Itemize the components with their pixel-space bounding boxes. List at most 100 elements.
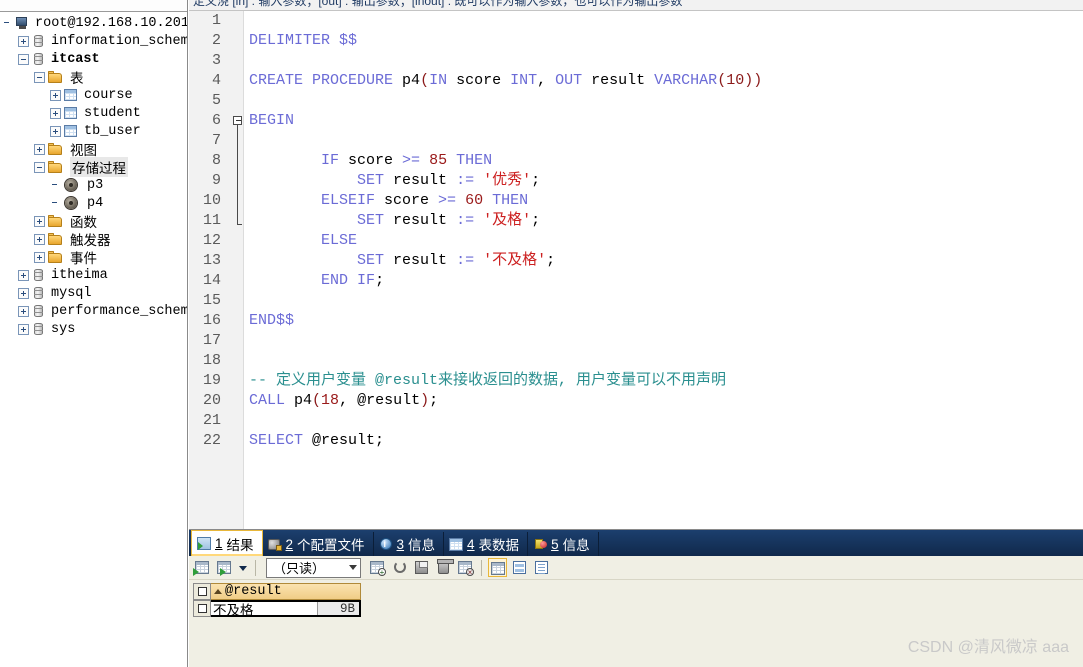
token-kw: SET (357, 252, 385, 269)
grid-data-row[interactable]: 不及格 9B (193, 600, 361, 618)
tree-node-course[interactable]: course (0, 86, 187, 104)
tree-node--[interactable]: 视图 (0, 140, 187, 158)
token-kw: THEN (456, 152, 493, 169)
expander-plus-icon[interactable] (18, 269, 29, 281)
tree-node-information_schema[interactable]: information_schema (0, 32, 187, 50)
code-line-6[interactable]: 6 BEGIN (189, 111, 1083, 131)
duplicate-record-button[interactable] (390, 558, 409, 577)
grid-view-button[interactable] (193, 558, 212, 577)
tree-node--[interactable]: 表 (0, 68, 187, 86)
code-line-18[interactable]: 18 (189, 351, 1083, 371)
token-id (474, 212, 483, 229)
tree-node--[interactable]: 存储过程 (0, 157, 187, 177)
tree-node--[interactable]: 函数 (0, 212, 187, 230)
result-tab-4[interactable]: 4 表数据 (444, 532, 529, 556)
result-tab-3[interactable]: i 3 信息 (374, 532, 445, 556)
checkbox-icon[interactable] (197, 587, 207, 596)
tree-node-tb_user[interactable]: tb_user (0, 122, 187, 140)
result-tab-1[interactable]: 1 结果 (191, 530, 263, 556)
code-line-15[interactable]: 15 (189, 291, 1083, 311)
tree-node--[interactable]: 事件 (0, 248, 187, 266)
code-line-17[interactable]: 17 (189, 331, 1083, 351)
expander-plus-icon[interactable] (50, 107, 61, 119)
tree-node-p4[interactable]: p4 (0, 194, 187, 212)
code-line-7[interactable]: 7 (189, 131, 1083, 151)
expander-plus-icon[interactable] (50, 125, 61, 137)
tree-node-itheima[interactable]: itheima (0, 266, 187, 284)
code-line-3[interactable]: 3 (189, 51, 1083, 71)
row-selector[interactable] (193, 600, 211, 617)
tree-node-mysql[interactable]: mysql (0, 284, 187, 302)
code-line-19[interactable]: 19 -- 定义用户变量 @result来接收返回的数据, 用户变量可以不用声明 (189, 371, 1083, 391)
expander-plus-icon[interactable] (34, 233, 45, 245)
line-number: 4 (211, 72, 221, 89)
folder-icon (48, 232, 63, 246)
expander-minus-icon[interactable] (18, 53, 29, 65)
code-lines[interactable]: 1 2 DELIMITER $$ 3 4 CREATE PROCEDURE p4(IN s… (189, 11, 1083, 529)
code-line-10[interactable]: 10 ELSEIF score >= 60 THEN (189, 191, 1083, 211)
tree-node-sys[interactable]: sys (0, 320, 187, 338)
result-tab-5[interactable]: 5 信息 (528, 532, 599, 556)
line-number: 18 (202, 352, 221, 369)
code-line-21[interactable]: 21 (189, 411, 1083, 431)
token-kw: THEN (492, 192, 529, 209)
expander-minus-icon[interactable] (34, 161, 45, 173)
line-number: 7 (211, 132, 221, 149)
code-area[interactable]: 1 2 DELIMITER $$ 3 4 CREATE PROCEDURE p4(IN s… (189, 11, 1083, 529)
token-id: result (384, 212, 457, 229)
grid-cell-result[interactable]: 不及格 9B (211, 600, 361, 618)
editor-top-clipped-strip: 定义浇 [in] : 输入参数；[out] : 输出参数；[inout] : 既… (189, 0, 1083, 11)
code-line-8[interactable]: 8 IF score >= 85 THEN (189, 151, 1083, 171)
tree-node-p3[interactable]: p3 (0, 176, 187, 194)
code-line-12[interactable]: 12 ELSE (189, 231, 1083, 251)
line-number: 12 (202, 232, 221, 249)
chevron-down-icon[interactable] (237, 558, 249, 577)
code-line-22[interactable]: 22 SELECT @result; (189, 431, 1083, 451)
expander-plus-icon[interactable] (34, 143, 45, 155)
delete-record-button[interactable] (434, 558, 454, 577)
tree-node--[interactable]: 触发器 (0, 230, 187, 248)
code-line-9[interactable]: 9 SET result := '优秀'; (189, 171, 1083, 191)
code-line-14[interactable]: 14 END IF; (189, 271, 1083, 291)
expander-plus-icon[interactable] (50, 89, 61, 101)
grid-header-row[interactable]: @result (193, 583, 361, 600)
result-tab-number: 1 (215, 536, 223, 551)
code-line-11[interactable]: 11 SET result := '及格'; (189, 211, 1083, 231)
row-selector-header[interactable] (193, 583, 211, 600)
add-record-button[interactable]: + (368, 558, 387, 577)
save-record-button[interactable] (412, 558, 431, 577)
token-par: ( (420, 72, 430, 89)
expander-minus-icon[interactable] (34, 71, 45, 83)
expander-plus-icon[interactable] (18, 35, 29, 47)
column-header-result[interactable]: @result (211, 583, 361, 600)
database-tree[interactable]: root@192.168.10.201 information_schema itc… (0, 12, 187, 338)
tree-node-performance_schema[interactable]: performance_schema (0, 302, 187, 320)
results-tabbar[interactable]: 1 结果 2 个配置文件 i 3 信息 4 表数据 5 信息 (189, 530, 1083, 556)
tree-node-itcast[interactable]: itcast (0, 50, 187, 68)
expander-plus-icon[interactable] (18, 305, 29, 317)
checkbox-icon[interactable] (197, 604, 207, 613)
code-line-4[interactable]: 4 CREATE PROCEDURE p4(IN score INT, OUT r… (189, 71, 1083, 91)
form-layout-button[interactable] (510, 558, 529, 577)
code-line-20[interactable]: 20 CALL p4(18, @result); (189, 391, 1083, 411)
code-line-13[interactable]: 13 SET result := '不及格'; (189, 251, 1083, 271)
folder-icon (48, 142, 63, 156)
text-layout-button[interactable] (532, 558, 551, 577)
result-data-grid[interactable]: @result 不及格 9B (193, 583, 361, 618)
tree-node-student[interactable]: student (0, 104, 187, 122)
refresh-button[interactable]: × (456, 558, 475, 577)
expander-plus-icon[interactable] (18, 287, 29, 299)
result-grid-toolbar[interactable]: （只读） + × (189, 556, 1083, 580)
code-line-1[interactable]: 1 (189, 11, 1083, 31)
tree-node-root-192-168-10-201[interactable]: root@192.168.10.201 (0, 14, 187, 32)
expander-plus-icon[interactable] (18, 323, 29, 335)
expander-plus-icon[interactable] (34, 215, 45, 227)
code-line-5[interactable]: 5 (189, 91, 1083, 111)
readonly-mode-select[interactable]: （只读） (266, 557, 361, 578)
grid-export-button[interactable] (215, 558, 234, 577)
code-line-2[interactable]: 2 DELIMITER $$ (189, 31, 1083, 51)
expander-plus-icon[interactable] (34, 251, 45, 263)
result-tab-2[interactable]: 2 个配置文件 (263, 532, 374, 556)
code-line-16[interactable]: 16 END$$ (189, 311, 1083, 331)
grid-layout-button[interactable] (488, 558, 507, 577)
